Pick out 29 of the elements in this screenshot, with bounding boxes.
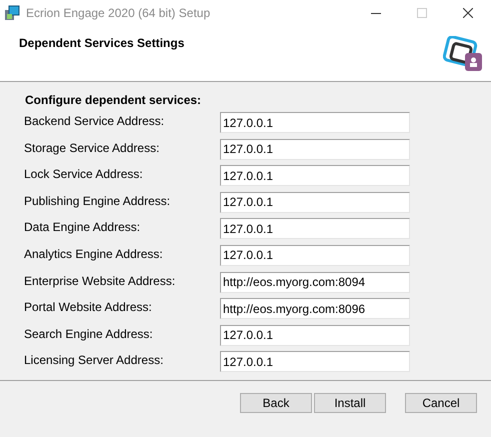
field-label: Analytics Engine Address: bbox=[24, 246, 164, 263]
installer-icon bbox=[4, 5, 20, 21]
address-field[interactable]: 127.0.0.1 bbox=[220, 244, 410, 266]
field-label: Publishing Engine Address: bbox=[24, 192, 172, 210]
address-field[interactable]: http://eos.myorg.com:8094 bbox=[220, 272, 410, 293]
address-field[interactable]: 127.0.0.1 bbox=[220, 112, 410, 133]
address-field[interactable]: 127.0.0.1 bbox=[220, 138, 410, 160]
section-heading: Configure dependent services: bbox=[25, 92, 202, 107]
address-field[interactable]: http://eos.myorg.com:8096 bbox=[220, 298, 410, 320]
field-label: Portal Website Address: bbox=[24, 299, 153, 316]
address-field[interactable]: 127.0.0.1 bbox=[220, 351, 410, 372]
page-heading: Dependent Services Settings bbox=[19, 35, 184, 52]
field-label: Storage Service Address: bbox=[24, 140, 160, 157]
dialog-button[interactable]: Install bbox=[314, 392, 386, 413]
dialog-button[interactable]: Cancel bbox=[405, 392, 477, 413]
field-label: Lock Service Address: bbox=[24, 166, 144, 184]
dialog-button[interactable]: Back bbox=[240, 392, 312, 413]
field-label: Enterprise Website Address: bbox=[24, 272, 176, 290]
address-field[interactable]: 127.0.0.1 bbox=[220, 192, 410, 213]
address-field[interactable]: 127.0.0.1 bbox=[220, 324, 410, 346]
close-icon[interactable] bbox=[463, 8, 473, 18]
address-field[interactable]: 127.0.0.1 bbox=[220, 165, 410, 186]
field-label: Backend Service Address: bbox=[24, 113, 166, 130]
address-field[interactable]: 127.0.0.1 bbox=[220, 218, 410, 240]
field-label: Search Engine Address: bbox=[24, 326, 154, 343]
app-logo-icon bbox=[443, 36, 483, 72]
field-label: Data Engine Address: bbox=[24, 219, 142, 236]
field-label: Licensing Server Address: bbox=[24, 352, 164, 370]
window-title: Ecrion Engage 2020 (64 bit) Setup bbox=[26, 5, 210, 22]
